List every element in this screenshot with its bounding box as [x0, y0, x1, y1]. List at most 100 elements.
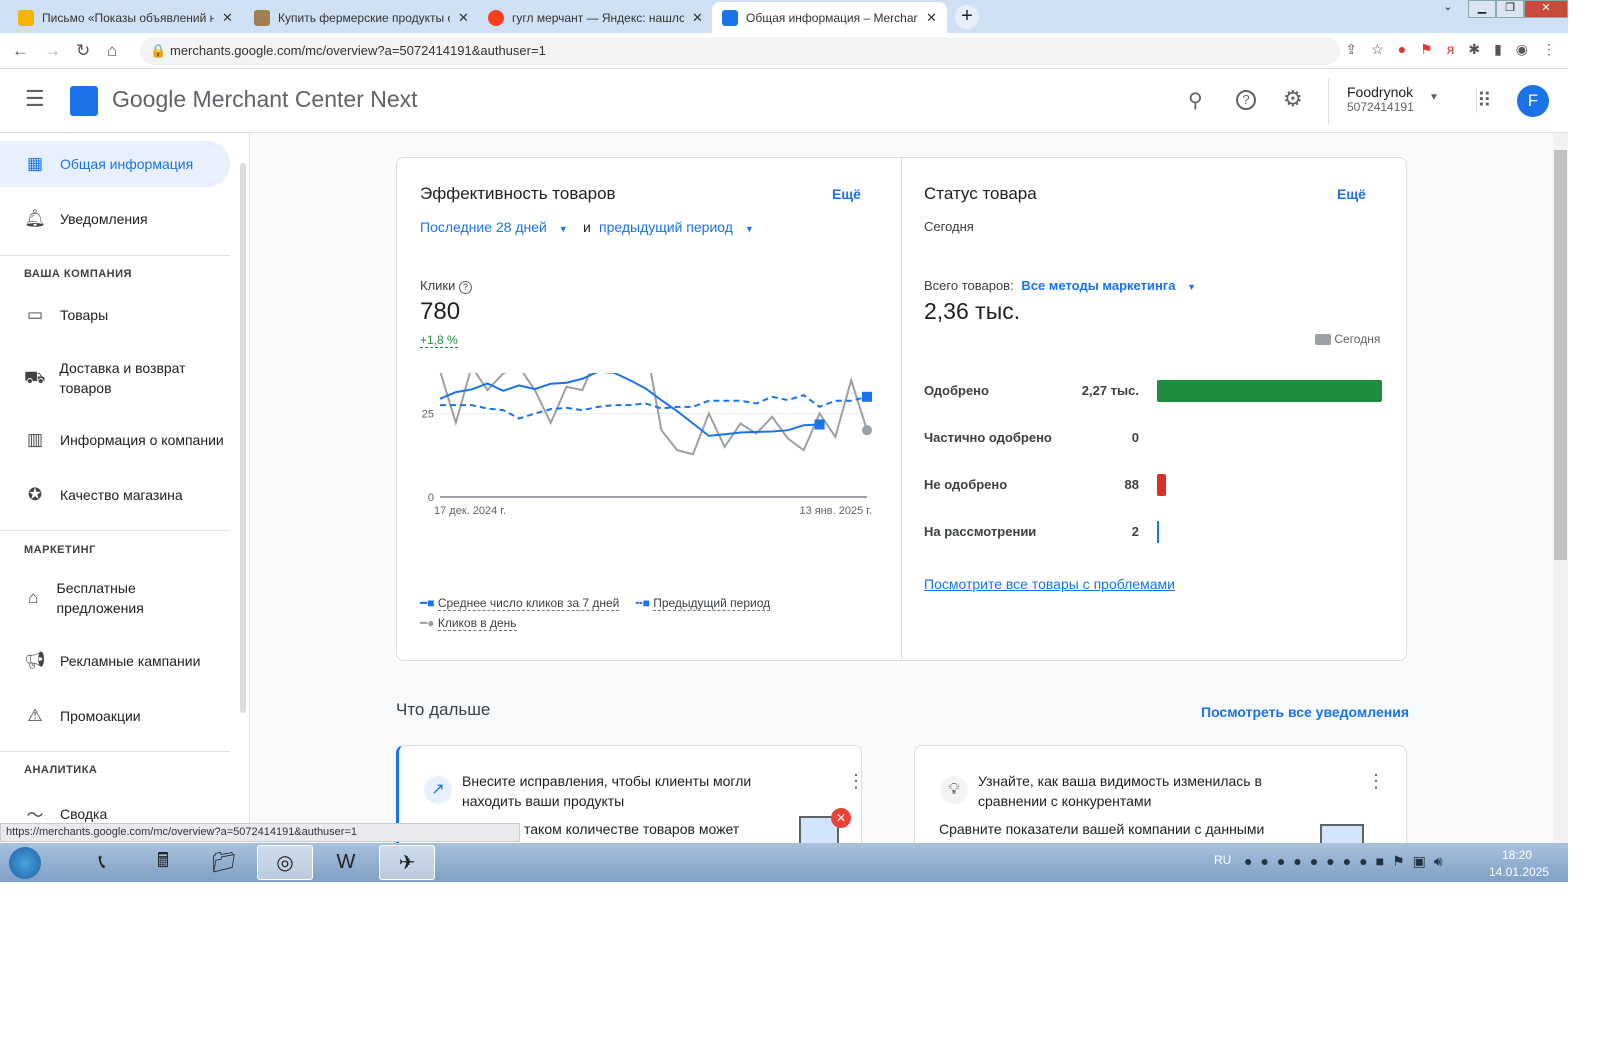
help-icon[interactable]: ? — [1236, 90, 1256, 110]
tab-farm[interactable]: Купить фермерские продукты с ✕ — [244, 2, 479, 33]
sidebar-item-campaigns[interactable]: 📢︎ Рекламные кампании — [0, 651, 230, 671]
tab-yandex[interactable]: гугл мерчант — Яндекс: нашлось ✕ — [478, 2, 713, 33]
close-window-button[interactable]: ✕ — [1524, 0, 1568, 18]
merchant-icon — [722, 9, 738, 26]
close-tab-icon[interactable]: ✕ — [222, 10, 233, 26]
language-indicator[interactable]: RU — [1214, 853, 1231, 867]
performance-more-link[interactable]: Ещё — [832, 186, 861, 202]
viber-icon[interactable]: 📞︎ — [74, 845, 130, 880]
profile-icon[interactable]: ◉ — [1516, 41, 1528, 58]
main-content: Эффективность товаров Ещё Последние 28 д… — [251, 133, 1553, 865]
status-row[interactable]: Одобрено 2,27 тыс. — [924, 380, 1384, 402]
series-end-marker — [862, 391, 872, 402]
sidebar-item-products[interactable]: ▭ Товары — [0, 305, 230, 325]
screen: Письмо «Показы объявлений на ✕ Купить фер… — [0, 0, 1568, 882]
new-tab-button[interactable]: + — [955, 5, 979, 29]
tag-icon: ⌂ — [28, 588, 39, 607]
sidebar-item-promotions[interactable]: ⚠ Промоакции — [0, 706, 230, 726]
merchant-logo-icon — [70, 86, 98, 116]
extensions-icon[interactable]: ✱ — [1468, 41, 1480, 58]
sidebar-scrollbar[interactable] — [240, 163, 246, 713]
status-row[interactable]: На рассмотрении 2 — [924, 521, 1384, 543]
clock-time[interactable]: 18:20 — [1502, 848, 1532, 862]
explorer-icon[interactable]: 📁︎ — [196, 845, 252, 880]
period-select[interactable]: Последние 28 дней ▼ — [420, 219, 568, 235]
windmill-icon — [254, 9, 270, 26]
status-row[interactable]: Частично одобрено 0 — [924, 427, 1384, 449]
compare-select[interactable]: предыдущий период ▼ — [599, 219, 754, 235]
status-value: 2,27 тыс. — [1081, 383, 1139, 398]
extension-abp-icon[interactable]: ● — [1398, 41, 1406, 58]
sidebar-item-free-listings[interactable]: ⌂ Бесплатные предложения — [0, 578, 200, 618]
minimize-button[interactable]: ▁ — [1468, 0, 1496, 18]
summary-card: Эффективность товаров Ещё Последние 28 д… — [396, 157, 1407, 661]
status-label: На рассмотрении — [924, 524, 1037, 539]
x-tick-label: 17 дек. 2024 г. — [434, 505, 506, 517]
sidebar-item-overview[interactable]: ▦ Общая информация — [0, 141, 230, 187]
chrome-icon[interactable]: ◎ — [257, 845, 313, 880]
status-label: Частично одобрено — [924, 430, 1052, 445]
marketing-method-select[interactable]: Все методы маркетинга ▼ — [1021, 278, 1196, 293]
maximize-button[interactable]: ❐ — [1496, 0, 1524, 18]
scrollbar-thumb[interactable] — [1554, 150, 1567, 560]
mail-icon — [18, 9, 34, 26]
tab-merchant[interactable]: Общая информация – Merchant ✕ — [712, 2, 947, 33]
close-tab-icon[interactable]: ✕ — [926, 10, 937, 26]
close-tab-icon[interactable]: ✕ — [458, 10, 469, 26]
back-icon[interactable]: ← — [12, 41, 29, 61]
more-vert-icon[interactable]: ⋮ — [1367, 771, 1385, 792]
legend-marker-icon: ╍■ — [635, 596, 650, 610]
address-bar-row: ← → ↻ ⌂ 🔒 merchants.google.com/mc/overvie… — [0, 33, 1568, 69]
word-icon[interactable]: W — [318, 845, 374, 880]
calculator-icon[interactable]: 🖩 — [135, 845, 191, 880]
app-header: ☰ Google Merchant Center Next ⚲ ? ⚙ Food… — [0, 70, 1568, 133]
url-input[interactable]: 🔒 merchants.google.com/mc/overview?a=5072… — [140, 37, 1340, 65]
legend-daily[interactable]: ━● Кликов в день — [420, 616, 517, 631]
extension-flag-icon[interactable]: ⚑ — [1420, 41, 1433, 58]
next-title: Что дальше — [396, 700, 491, 719]
lock-icon: 🔒 — [150, 43, 167, 58]
extension-yandex-icon[interactable]: я — [1447, 41, 1455, 58]
tab-search-button[interactable]: ⌄ — [1428, 0, 1468, 18]
telegram-icon[interactable]: ✈ — [379, 845, 435, 880]
sidebar: ▦ Общая информация 🔔︎ Уведомления ВАША КОМ… — [0, 133, 250, 833]
sidebar-item-shipping[interactable]: ⛟ Доставка и возврат товаров — [0, 358, 200, 398]
legend-marker-icon: ━■ — [420, 596, 435, 610]
reload-icon[interactable]: ↻ — [76, 41, 90, 61]
close-tab-icon[interactable]: ✕ — [692, 10, 703, 26]
trend-up-icon: ↗ — [424, 776, 452, 804]
apps-grid-icon[interactable]: ⠿ — [1476, 88, 1492, 113]
legend-previous[interactable]: ╍■ Предыдущий период — [635, 596, 771, 611]
sidebar-item-store-quality[interactable]: ✪ Качество магазина — [0, 485, 230, 505]
menu-icon[interactable]: ⋮ — [1542, 41, 1556, 58]
clock-date[interactable]: 14.01.2025 — [1489, 865, 1549, 879]
view-all-notifications-link[interactable]: Посмотреть все уведомления — [1201, 704, 1409, 720]
tray-icons[interactable]: ●●●●●●●●■⚑▣🔊︎ — [1244, 853, 1451, 870]
view-problem-products-link[interactable]: Посмотрите все товары с проблемами — [924, 576, 1175, 592]
more-vert-icon[interactable]: ⋮ — [847, 771, 865, 792]
sidebar-item-business-info[interactable]: ▥ Информация о компании — [0, 430, 230, 450]
account-switcher[interactable]: Foodrynok 5072414191 ▼ — [1328, 78, 1439, 124]
status-label: Не одобрено — [924, 477, 1008, 492]
tab-mail[interactable]: Письмо «Показы объявлений на ✕ — [8, 2, 243, 33]
legend-7day-avg[interactable]: ━■ Среднее число кликов за 7 дней — [420, 596, 620, 611]
home-icon[interactable]: ⌂ — [107, 41, 117, 61]
hamburger-menu-icon[interactable]: ☰ — [25, 86, 45, 112]
gear-icon[interactable]: ⚙ — [1283, 86, 1303, 112]
status-row[interactable]: Не одобрено 88 — [924, 474, 1384, 496]
status-more-link[interactable]: Ещё — [1337, 186, 1366, 202]
help-icon[interactable]: ? — [459, 281, 472, 294]
taskbar: 📞︎ 🖩 📁︎ ◎ W ✈ RU ●●●●●●●●■⚑▣🔊︎ 18:20 14.… — [0, 843, 1568, 882]
x-tick-label: 13 янв. 2025 г. — [799, 505, 872, 517]
avatar[interactable]: F — [1517, 85, 1549, 117]
star-icon[interactable]: ☆ — [1371, 41, 1384, 58]
total-products: 2,36 тыс. — [924, 298, 1021, 324]
share-icon[interactable]: ⇪ — [1345, 41, 1357, 58]
sidebar-item-notifications[interactable]: 🔔︎ Уведомления — [0, 209, 230, 229]
start-button[interactable] — [0, 845, 50, 880]
status-value: 88 — [1124, 477, 1139, 492]
sidepanel-icon[interactable]: ▮ — [1494, 41, 1502, 58]
yandex-icon — [488, 9, 504, 26]
forward-icon[interactable]: → — [44, 41, 61, 61]
search-icon[interactable]: ⚲ — [1188, 88, 1203, 113]
